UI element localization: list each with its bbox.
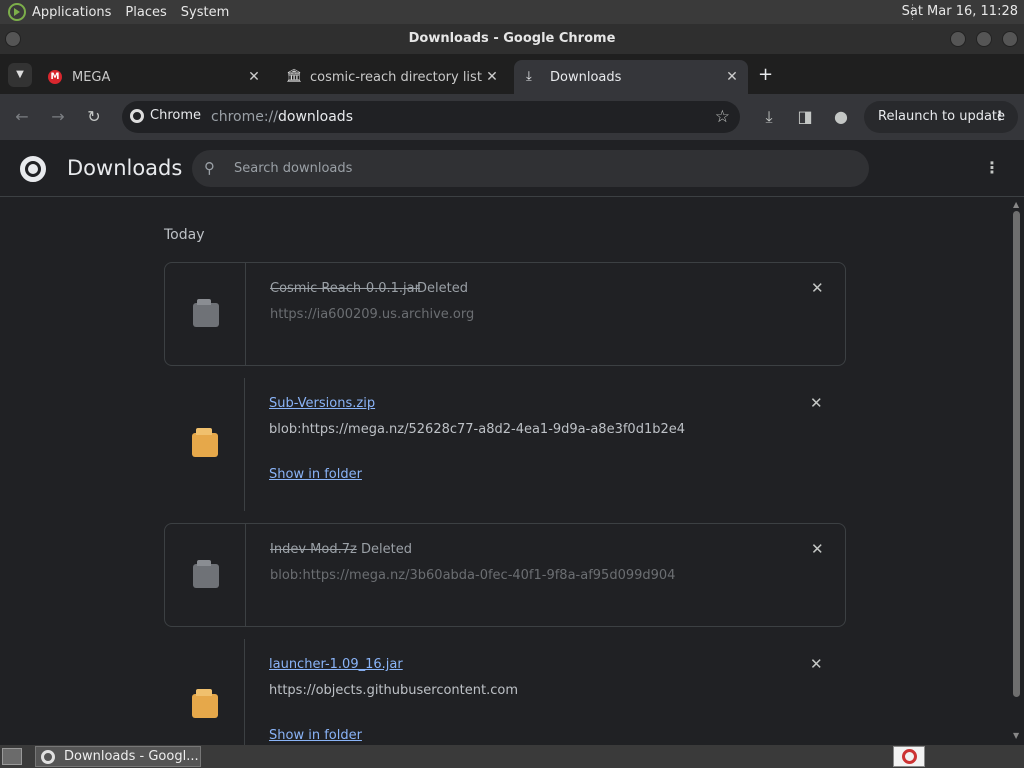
download-item: Sub-Versions.zip blob:https://mega.nz/52… bbox=[164, 378, 846, 511]
file-name-link[interactable]: launcher-1.09_16.jar bbox=[269, 657, 403, 672]
remove-item-icon[interactable]: ✕ bbox=[810, 655, 823, 673]
menu-system[interactable]: System bbox=[181, 5, 229, 20]
task-label: Downloads - Googl... bbox=[64, 749, 199, 764]
jar-file-icon bbox=[192, 689, 218, 718]
new-tab-button[interactable]: + bbox=[758, 66, 773, 84]
tab-mega[interactable]: M MEGA ✕ bbox=[36, 60, 270, 94]
file-name-link[interactable]: Sub-Versions.zip bbox=[269, 396, 375, 411]
window-menu-button[interactable] bbox=[5, 31, 21, 47]
tab-label: cosmic-reach directory listing bbox=[310, 69, 482, 85]
download-item: launcher-1.09_16.jar https://objects.git… bbox=[164, 639, 846, 745]
file-name: Cosmic Reach-0.0.1.jar bbox=[270, 281, 420, 296]
panel-clock[interactable]: Sat Mar 16, 11:28 bbox=[902, 4, 1018, 19]
menu-applications[interactable]: Applications bbox=[32, 5, 111, 20]
date-group-label: Today bbox=[164, 227, 205, 243]
scrollbar-thumb[interactable] bbox=[1013, 211, 1020, 697]
download-item: Indev Mod.7z Deleted blob:https://mega.n… bbox=[164, 523, 846, 627]
close-tab-icon[interactable]: ✕ bbox=[244, 69, 264, 85]
chrome-icon bbox=[130, 108, 144, 123]
window-title: Downloads - Google Chrome bbox=[408, 31, 616, 46]
close-tab-icon[interactable]: ✕ bbox=[482, 69, 502, 85]
menu-places[interactable]: Places bbox=[125, 5, 166, 20]
tab-label: MEGA bbox=[72, 69, 111, 85]
chrome-logo-icon bbox=[20, 156, 46, 182]
site-info-chip[interactable]: Chrome bbox=[130, 108, 201, 123]
file-url: blob:https://mega.nz/52628c77-a8d2-4ea1-… bbox=[269, 422, 686, 437]
site-chip-label: Chrome bbox=[150, 108, 201, 123]
url-text[interactable]: chrome://downloads bbox=[211, 109, 353, 125]
window-titlebar[interactable]: Downloads - Google Chrome bbox=[0, 24, 1024, 54]
tab-strip: ▼ M MEGA ✕ 🏛 cosmic-reach directory list… bbox=[0, 54, 1024, 94]
top-panel: Applications Places System Sat Mar 16, 1… bbox=[0, 0, 1024, 24]
file-deleted-icon bbox=[193, 299, 219, 327]
status-text: Deleted bbox=[361, 542, 412, 557]
file-url: blob:https://mega.nz/3b60abda-0fec-40f1-… bbox=[270, 568, 676, 583]
minimize-button[interactable] bbox=[950, 31, 966, 47]
profile-icon[interactable]: ● bbox=[830, 106, 852, 128]
url-host: downloads bbox=[278, 109, 353, 125]
bookmark-star-icon[interactable]: ☆ bbox=[715, 107, 730, 127]
downloads-toolbar-icon[interactable]: ⤓ bbox=[758, 106, 780, 128]
relaunch-label: Relaunch to update bbox=[878, 109, 1006, 124]
item-divider bbox=[245, 263, 246, 365]
chrome-icon bbox=[902, 749, 917, 764]
downloads-list[interactable]: Today Cosmic Reach-0.0.1.jar Deleted htt… bbox=[0, 197, 1009, 745]
tab-cosmic-reach[interactable]: 🏛 cosmic-reach directory listing ✕ bbox=[274, 60, 508, 94]
item-divider bbox=[245, 524, 246, 626]
file-url: https://ia600209.us.archive.org bbox=[270, 307, 475, 322]
show-desktop-icon[interactable] bbox=[2, 748, 22, 765]
chrome-icon bbox=[41, 750, 55, 764]
url-scheme: chrome:// bbox=[211, 109, 278, 125]
more-actions-icon[interactable]: ⋮ bbox=[984, 158, 1000, 177]
file-url: https://objects.githubusercontent.com bbox=[269, 683, 518, 698]
browser-toolbar: ← → ↻ Chrome chrome://downloads ☆ ⤓ ◨ ● … bbox=[0, 94, 1024, 140]
scroll-down-icon[interactable]: ▼ bbox=[1013, 731, 1019, 740]
vertical-scrollbar[interactable]: ▲ ▼ bbox=[1009, 197, 1024, 745]
maximize-button[interactable] bbox=[976, 31, 992, 47]
distro-logo-icon[interactable] bbox=[8, 3, 26, 21]
tray-chrome-button[interactable] bbox=[893, 746, 925, 767]
close-window-button[interactable] bbox=[1002, 31, 1018, 47]
download-item: Cosmic Reach-0.0.1.jar Deleted https://i… bbox=[164, 262, 846, 366]
tab-label: Downloads bbox=[550, 69, 622, 85]
tab-downloads[interactable]: ⤓ Downloads ✕ bbox=[514, 60, 748, 94]
status-text: Deleted bbox=[417, 281, 468, 296]
file-name: Indev Mod.7z bbox=[270, 542, 357, 557]
item-divider bbox=[244, 639, 245, 745]
address-bar[interactable]: Chrome chrome://downloads ☆ bbox=[122, 101, 740, 133]
remove-item-icon[interactable]: ✕ bbox=[811, 540, 824, 558]
show-in-folder-link[interactable]: Show in folder bbox=[269, 467, 362, 482]
back-arrow-icon[interactable]: ← bbox=[11, 106, 33, 128]
taskbar-window-button[interactable]: Downloads - Googl... bbox=[35, 746, 201, 767]
search-input[interactable] bbox=[234, 157, 834, 179]
remove-item-icon[interactable]: ✕ bbox=[811, 279, 824, 297]
archive-icon: 🏛 bbox=[286, 69, 303, 84]
remove-item-icon[interactable]: ✕ bbox=[810, 394, 823, 412]
downloads-header: Downloads ⚲ ⋮ bbox=[0, 140, 1024, 197]
mega-icon: M bbox=[48, 70, 62, 84]
relaunch-to-update-button[interactable]: Relaunch to update ⋮ bbox=[864, 101, 1018, 133]
close-tab-icon[interactable]: ✕ bbox=[722, 69, 742, 85]
search-icon: ⚲ bbox=[204, 159, 215, 177]
bottom-taskbar: Downloads - Googl... bbox=[0, 745, 1024, 768]
forward-arrow-icon[interactable]: → bbox=[47, 106, 69, 128]
show-in-folder-link[interactable]: Show in folder bbox=[269, 728, 362, 743]
tab-search-button[interactable]: ▼ bbox=[8, 63, 32, 87]
file-deleted-icon bbox=[193, 560, 219, 588]
side-panel-icon[interactable]: ◨ bbox=[794, 106, 816, 128]
page-title: Downloads bbox=[67, 156, 183, 180]
search-downloads-box[interactable]: ⚲ bbox=[192, 150, 869, 187]
item-divider bbox=[244, 378, 245, 511]
chrome-menu-icon[interactable]: ⋮ bbox=[993, 101, 1006, 133]
scroll-up-icon[interactable]: ▲ bbox=[1013, 200, 1019, 209]
reload-icon[interactable]: ↻ bbox=[83, 106, 105, 128]
zip-file-icon bbox=[192, 428, 218, 457]
download-icon: ⤓ bbox=[526, 69, 532, 84]
